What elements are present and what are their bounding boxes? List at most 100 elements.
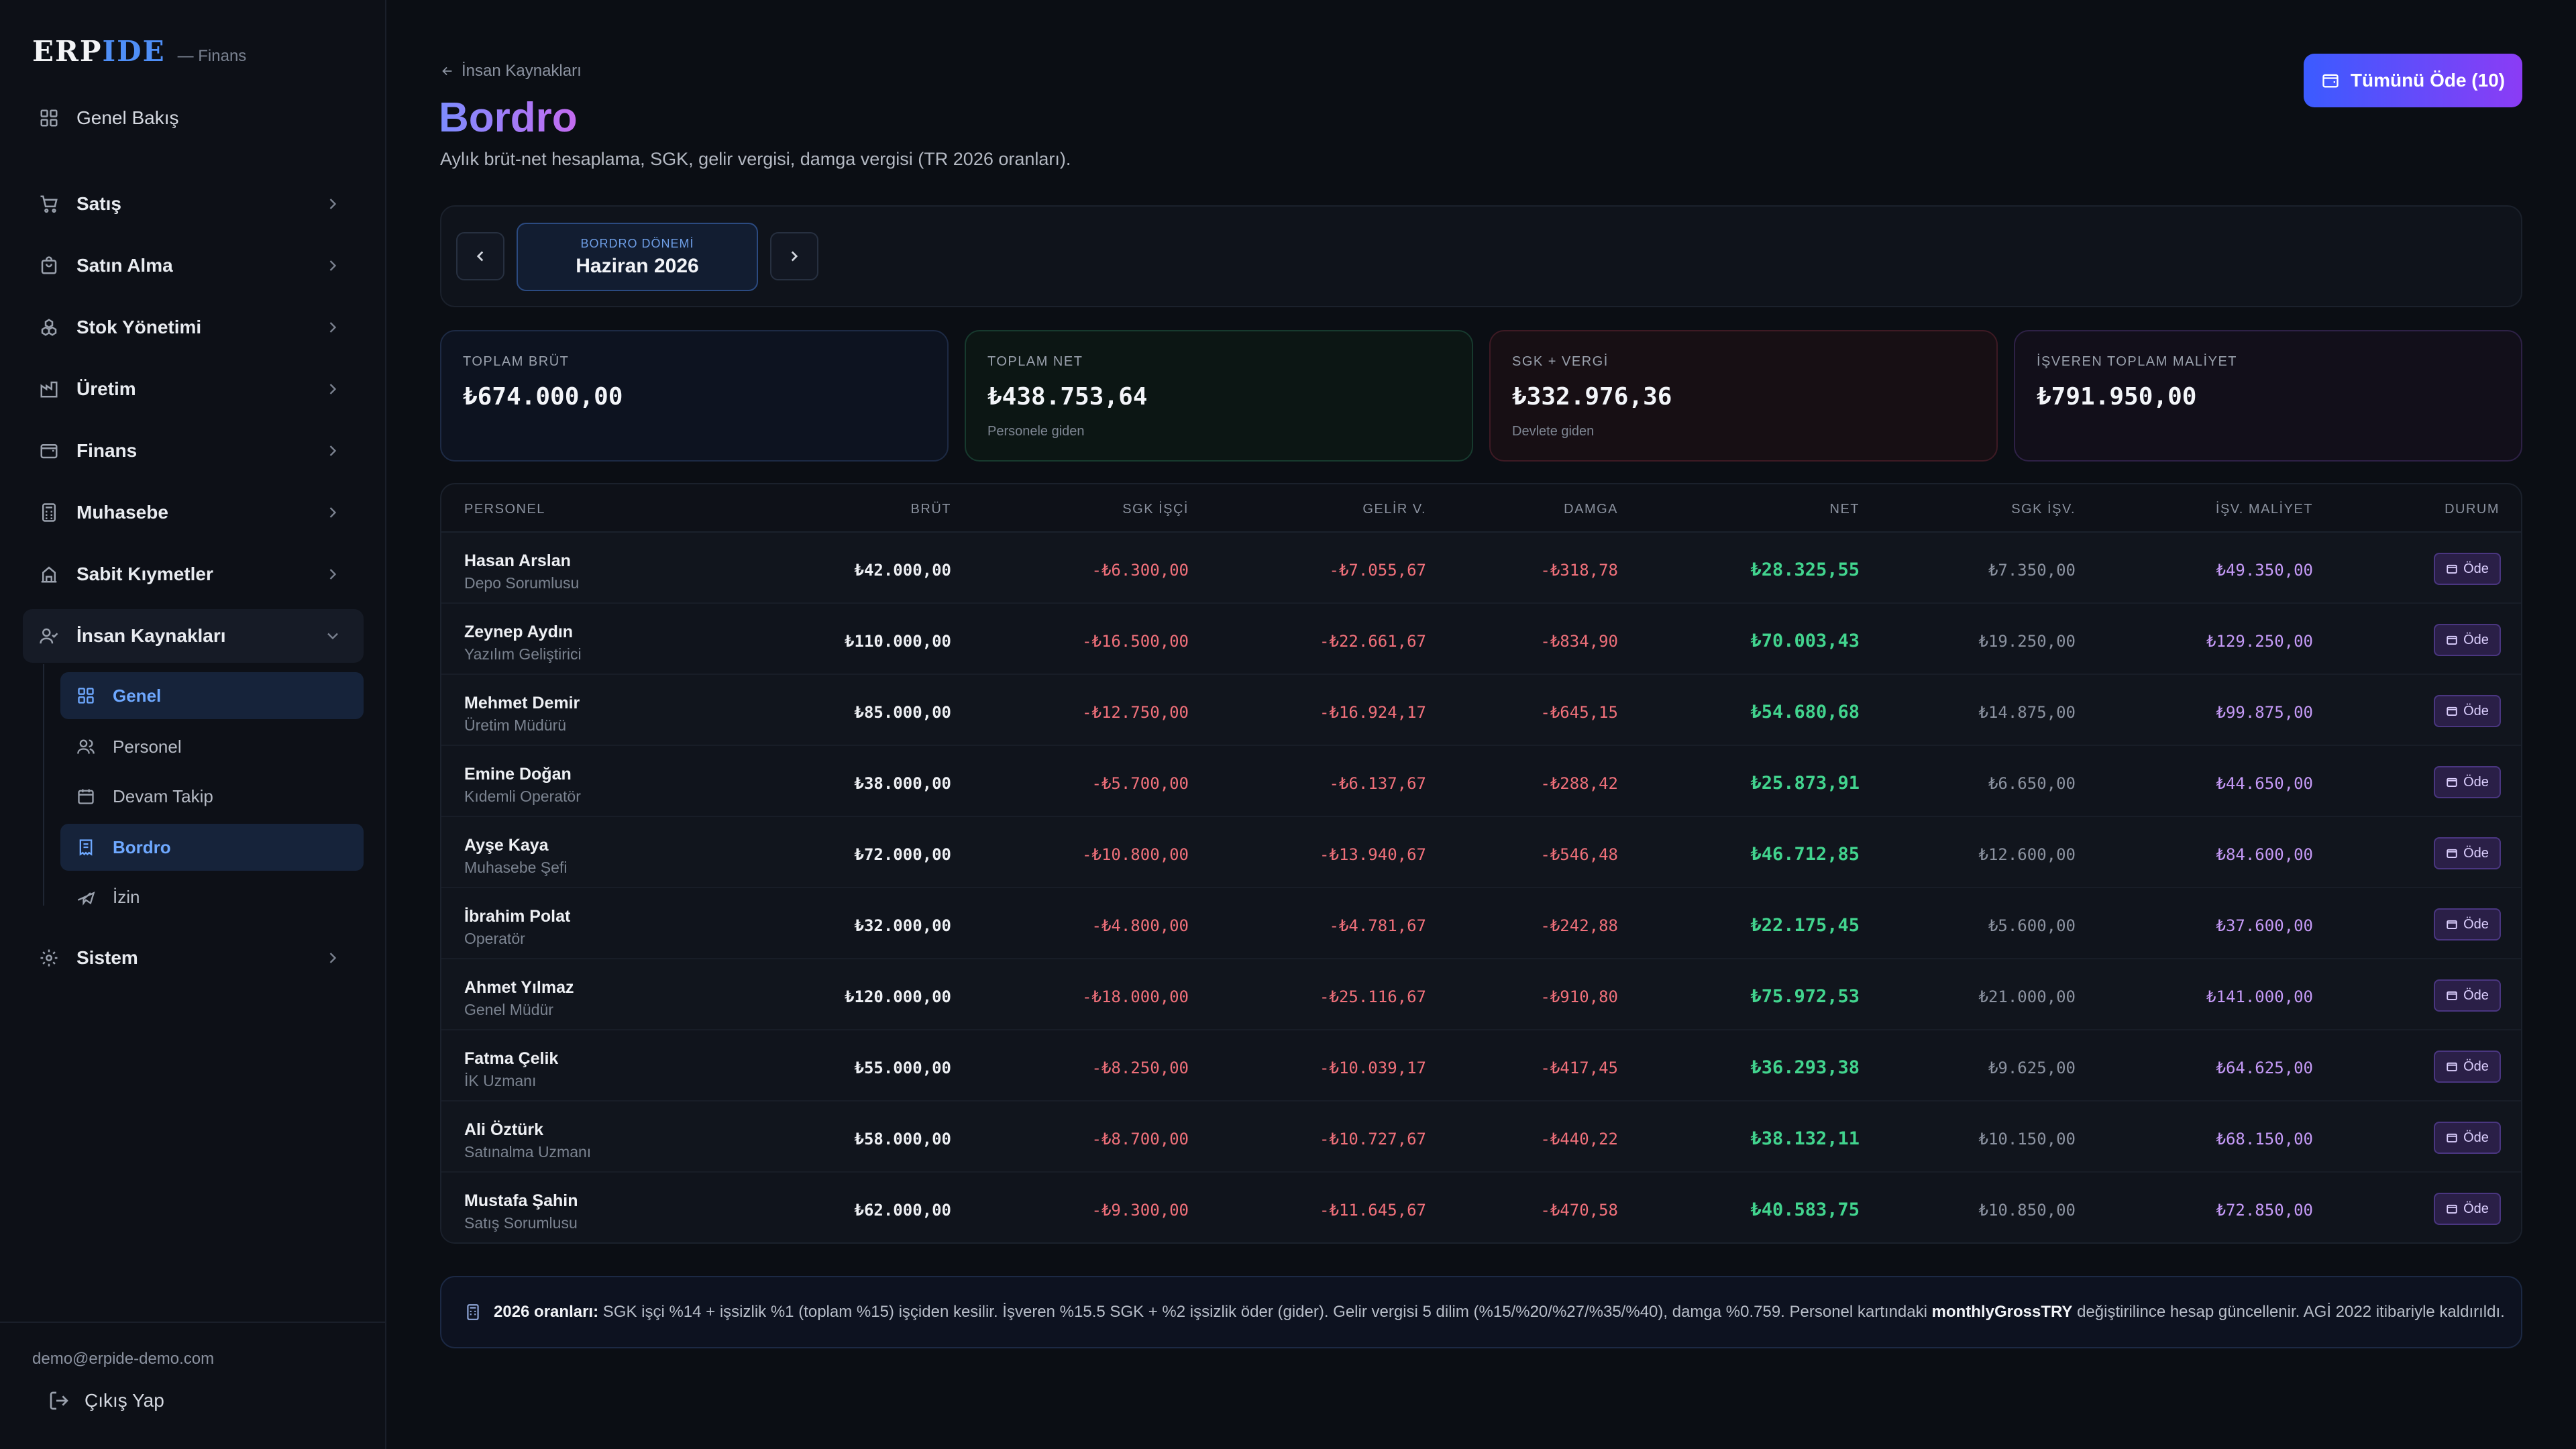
stat-employer-cost: İŞVEREN TOPLAM MALİYET ₺791.950,00 [2014, 330, 2522, 462]
pay-all-button[interactable]: Tümünü Öde (10) [2304, 54, 2522, 107]
cell-sgk-isci: -₺8.250,00 [1091, 1059, 1189, 1077]
sidebar-item-stok-yonetimi[interactable]: Stok Yönetimi [23, 301, 364, 354]
cell-gelir-vergisi: -₺11.645,67 [1320, 1201, 1426, 1220]
employee-role: İK Uzmanı [464, 1072, 537, 1089]
cell-net: ₺22.175,45 [1750, 915, 1860, 936]
sidebar-item-sabit-kiymetler[interactable]: Sabit Kıymetler [23, 547, 364, 601]
sidebar-item-label: İnsan Kaynakları [76, 625, 226, 646]
receipt-icon [76, 838, 95, 857]
sidebar-item-label: Stok Yönetimi [76, 317, 202, 337]
sidebar-item-satin-alma[interactable]: Satın Alma [23, 239, 364, 292]
chevron-right-icon [323, 565, 342, 584]
wallet-icon [2447, 1133, 2457, 1142]
cell-gelir-vergisi: -₺6.137,67 [1329, 774, 1427, 793]
pay-button[interactable]: Öde [2434, 695, 2501, 727]
breadcrumb-back-link[interactable]: İnsan Kaynakları [440, 62, 582, 80]
table-row[interactable]: Fatma Çelik İK Uzmanı ₺55.000,00 -₺8.250,00… [441, 1030, 2521, 1102]
page-subtitle: Aylık brüt-net hesaplama, SGK, gelir ver… [440, 149, 1071, 169]
employee-name: Ali Öztürk [464, 1120, 544, 1139]
sidebar-subitem-devam-takip[interactable]: Devam Takip [60, 773, 364, 820]
rates-info-body-b: değiştirilince hesap güncellenir. AGİ 20… [2077, 1303, 2505, 1321]
cell-net: ₺40.583,75 [1750, 1199, 1860, 1220]
table-row[interactable]: Hasan Arslan Depo Sorumlusu ₺42.000,00 -₺6.… [441, 533, 2521, 604]
next-period-button[interactable] [770, 232, 818, 280]
pay-button-label: Öde [2463, 1201, 2489, 1216]
pay-button[interactable]: Öde [2434, 1193, 2501, 1225]
sidebar-subitem-genel[interactable]: Genel [60, 672, 364, 719]
cell-gelir-vergisi: -₺22.661,67 [1320, 632, 1426, 651]
stat-total-net: TOPLAM NET ₺438.753,64 Personele giden [965, 330, 1473, 462]
period-display[interactable]: BORDRO DÖNEMİ Haziran 2026 [517, 223, 758, 291]
sidebar-item-uretim[interactable]: Üretim [23, 362, 364, 416]
cell-sgk-isci: -₺6.300,00 [1091, 561, 1189, 580]
cell-brut: ₺62.000,00 [854, 1201, 952, 1220]
stat-sgk-tax: SGK + VERGİ ₺332.976,36 Devlete giden [1489, 330, 1998, 462]
cell-net: ₺36.293,38 [1750, 1057, 1860, 1078]
sidebar-item-muhasebe[interactable]: Muhasebe [23, 486, 364, 539]
wallet-icon [2447, 635, 2457, 645]
cell-brut: ₺110.000,00 [845, 632, 951, 651]
period-label: BORDRO DÖNEMİ [580, 236, 694, 250]
pay-button[interactable]: Öde [2434, 837, 2501, 869]
pay-button[interactable]: Öde [2434, 624, 2501, 656]
brand-logo-part-a: ERP [32, 35, 103, 68]
dashboard-icon [38, 107, 60, 129]
sidebar-item-sistem[interactable]: Sistem [23, 931, 364, 985]
employee-role: Satınalma Uzmanı [464, 1143, 592, 1161]
cell-sgk-isveren: ₺10.150,00 [1978, 1130, 2076, 1148]
logout-icon [50, 1391, 68, 1410]
sidebar-subitem-label: Devam Takip [113, 786, 213, 806]
cell-isveren-maliyet: ₺44.650,00 [2216, 774, 2314, 793]
cell-damga: -₺910,80 [1540, 987, 1618, 1006]
breadcrumb-label: İnsan Kaynakları [462, 62, 582, 80]
column-header-isveren-maliyet: İŞV. MALİYET [2215, 502, 2313, 517]
column-header-sgk-isci: SGK İŞÇİ [1122, 502, 1189, 517]
table-row[interactable]: İbrahim Polat Operatör ₺32.000,00 -₺4.800,0… [441, 888, 2521, 959]
brand-logo[interactable]: ERPIDE [32, 35, 166, 68]
pay-button[interactable]: Öde [2434, 908, 2501, 941]
sidebar-subitem-label: Genel [113, 685, 162, 706]
table-row[interactable]: Ayşe Kaya Muhasebe Şefi ₺72.000,00 -₺10.800… [441, 817, 2521, 888]
sidebar-subitem-personel[interactable]: Personel [60, 723, 364, 770]
logout-button[interactable]: Çıkış Yap [48, 1390, 164, 1411]
cell-sgk-isveren: ₺7.350,00 [1988, 561, 2076, 580]
pay-all-label: Tümünü Öde (10) [2350, 70, 2506, 91]
pay-button[interactable]: Öde [2434, 1051, 2501, 1083]
table-row[interactable]: Ahmet Yılmaz Genel Müdür ₺120.000,00 -₺18.0… [441, 959, 2521, 1030]
sidebar-item-label: Genel Bakış [76, 107, 179, 128]
cell-gelir-vergisi: -₺4.781,67 [1329, 916, 1427, 935]
cell-brut: ₺55.000,00 [854, 1059, 952, 1077]
cell-sgk-isveren: ₺14.875,00 [1978, 703, 2076, 722]
pay-button[interactable]: Öde [2434, 553, 2501, 585]
brand: ERPIDE — Finans [32, 35, 246, 68]
table-row[interactable]: Emine Doğan Kıdemli Operatör ₺38.000,00 -₺5… [441, 746, 2521, 817]
stat-value: ₺438.753,64 [987, 383, 1148, 411]
table-row[interactable]: Mehmet Demir Üretim Müdürü ₺85.000,00 -₺12.… [441, 675, 2521, 746]
employee-name: Emine Doğan [464, 765, 572, 784]
sidebar-item-finans[interactable]: Finans [23, 424, 364, 478]
sidebar-item-genel-bakis[interactable]: Genel Bakış [23, 91, 364, 145]
wallet-icon [2322, 74, 2339, 88]
sidebar-item-label: Satın Alma [76, 255, 173, 276]
sidebar-subitem-izin[interactable]: İzin [60, 873, 364, 920]
cell-gelir-vergisi: -₺10.727,67 [1320, 1130, 1426, 1148]
previous-period-button[interactable] [456, 232, 504, 280]
building-icon [38, 563, 60, 586]
stat-label: TOPLAM NET [987, 354, 1083, 369]
cell-brut: ₺42.000,00 [854, 561, 952, 580]
sidebar-item-insan-kaynaklari[interactable]: İnsan Kaynakları [23, 609, 364, 663]
pay-button[interactable]: Öde [2434, 1122, 2501, 1154]
table-row[interactable]: Mustafa Şahin Satış Sorumlusu ₺62.000,00 -₺… [441, 1173, 2521, 1242]
sidebar-item-satis[interactable]: Satış [23, 177, 364, 231]
chevron-right-icon [323, 949, 342, 967]
employee-name: Ayşe Kaya [464, 836, 549, 855]
pay-button[interactable]: Öde [2434, 979, 2501, 1012]
calculator-icon [467, 1304, 479, 1320]
pay-button-label: Öde [2463, 703, 2489, 718]
pay-button[interactable]: Öde [2434, 766, 2501, 798]
table-row[interactable]: Zeynep Aydın Yazılım Geliştirici ₺110.000,… [441, 604, 2521, 675]
calendar-icon [76, 787, 95, 806]
sidebar-subitem-bordro[interactable]: Bordro [60, 824, 364, 871]
table-row[interactable]: Ali Öztürk Satınalma Uzmanı ₺58.000,00 -₺8.… [441, 1102, 2521, 1173]
sidebar-item-label: Sistem [76, 947, 138, 968]
